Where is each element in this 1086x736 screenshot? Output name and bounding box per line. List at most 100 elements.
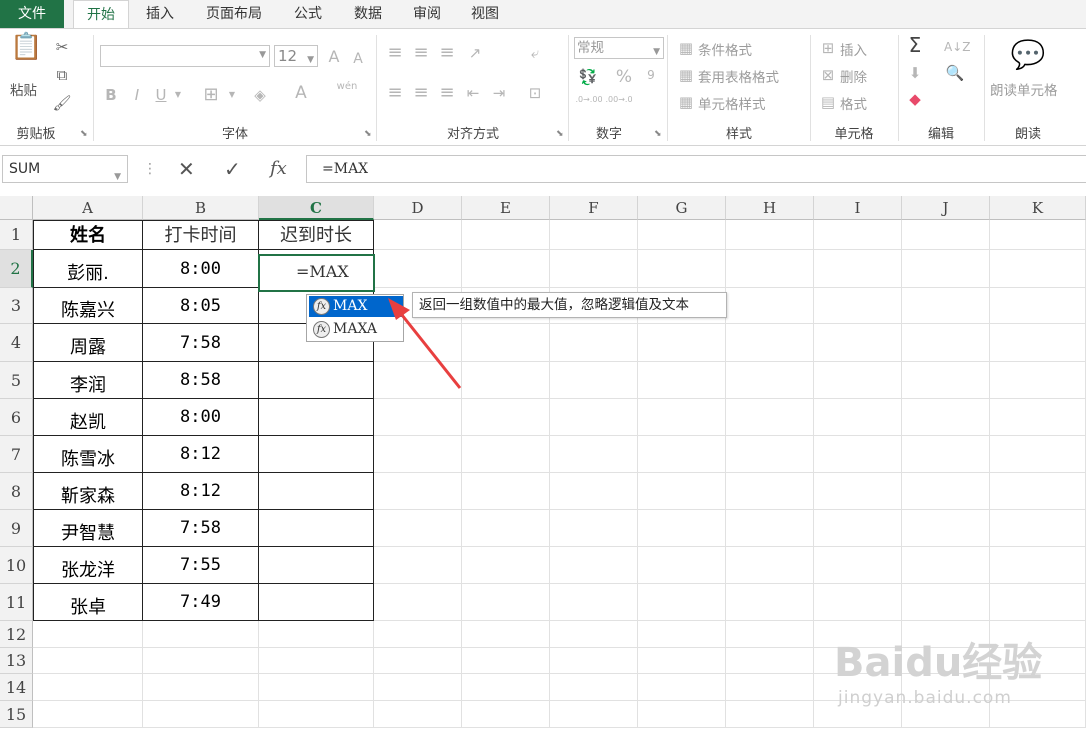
- cell-j5[interactable]: [902, 362, 990, 399]
- cell-e8[interactable]: [462, 473, 550, 510]
- font-size-box[interactable]: 12 ▼: [274, 45, 318, 67]
- cell-b12[interactable]: [143, 621, 259, 648]
- cell-k10[interactable]: [990, 547, 1086, 584]
- cell-d13[interactable]: [374, 648, 462, 674]
- paste-button[interactable]: 粘贴: [10, 79, 37, 99]
- dialog-launcher-icon[interactable]: ⬊: [80, 129, 88, 139]
- cell-f12[interactable]: [550, 621, 638, 648]
- cut-icon[interactable]: ✂: [52, 37, 72, 57]
- cell-b9[interactable]: 7:58: [143, 510, 259, 547]
- italic-button[interactable]: I: [128, 85, 146, 105]
- cell-d9[interactable]: [374, 510, 462, 547]
- cell-g2[interactable]: [638, 250, 726, 288]
- increase-decimal-button[interactable]: .0→.00: [574, 95, 604, 104]
- cell-e14[interactable]: [462, 674, 550, 701]
- border-icon[interactable]: ⊞: [200, 85, 222, 105]
- chevron-down-icon[interactable]: ▼: [172, 85, 184, 105]
- cell-g15[interactable]: [638, 701, 726, 728]
- cell-styles-icon[interactable]: ▦: [676, 92, 696, 112]
- cell-e6[interactable]: [462, 399, 550, 436]
- cell-j3[interactable]: [902, 288, 990, 324]
- cell-e5[interactable]: [462, 362, 550, 399]
- row-header-9[interactable]: 9: [0, 510, 33, 547]
- cell-i11[interactable]: [814, 584, 902, 621]
- cell-h8[interactable]: [726, 473, 814, 510]
- cell-d8[interactable]: [374, 473, 462, 510]
- cell-b2[interactable]: 8:00: [143, 250, 259, 288]
- column-header-c[interactable]: C: [259, 196, 374, 220]
- insert-cells-icon[interactable]: ⊞: [818, 38, 838, 58]
- row-header-15[interactable]: 15: [0, 701, 33, 728]
- cell-j10[interactable]: [902, 547, 990, 584]
- formula-input[interactable]: =MAX: [306, 155, 1086, 183]
- row-header-2[interactable]: 2: [0, 250, 33, 288]
- cell-h11[interactable]: [726, 584, 814, 621]
- cell-d12[interactable]: [374, 621, 462, 648]
- cell-h14[interactable]: [726, 674, 814, 701]
- cell-i3[interactable]: [814, 288, 902, 324]
- cell-b4[interactable]: 7:58: [143, 324, 259, 362]
- cell-f15[interactable]: [550, 701, 638, 728]
- cell-i10[interactable]: [814, 547, 902, 584]
- column-header-d[interactable]: D: [374, 196, 462, 220]
- cell-j4[interactable]: [902, 324, 990, 362]
- cell-g7[interactable]: [638, 436, 726, 473]
- row-header-6[interactable]: 6: [0, 399, 33, 436]
- cell-e15[interactable]: [462, 701, 550, 728]
- row-header-4[interactable]: 4: [0, 324, 33, 362]
- cell-g9[interactable]: [638, 510, 726, 547]
- cell-f8[interactable]: [550, 473, 638, 510]
- cell-b1[interactable]: 打卡时间: [143, 220, 259, 250]
- cell-f7[interactable]: [550, 436, 638, 473]
- fill-color-icon[interactable]: ◈: [250, 85, 270, 105]
- name-box[interactable]: SUM ▼: [2, 155, 128, 183]
- cell-c15[interactable]: [259, 701, 374, 728]
- align-left-icon[interactable]: ≡: [384, 83, 406, 103]
- cell-e9[interactable]: [462, 510, 550, 547]
- cell-c14[interactable]: [259, 674, 374, 701]
- cell-g1[interactable]: [638, 220, 726, 250]
- cell-e13[interactable]: [462, 648, 550, 674]
- cell-h12[interactable]: [726, 621, 814, 648]
- fill-down-icon[interactable]: ⬇: [904, 63, 926, 83]
- dialog-launcher-icon[interactable]: ⬊: [654, 129, 662, 139]
- cell-h10[interactable]: [726, 547, 814, 584]
- column-header-i[interactable]: I: [814, 196, 902, 220]
- row-header-13[interactable]: 13: [0, 648, 33, 674]
- insert-function-button[interactable]: fx: [270, 158, 287, 180]
- cell-g8[interactable]: [638, 473, 726, 510]
- cell-i4[interactable]: [814, 324, 902, 362]
- select-all-corner[interactable]: [0, 196, 33, 220]
- autosum-button[interactable]: Σ: [904, 35, 926, 55]
- cell-b14[interactable]: [143, 674, 259, 701]
- cell-b15[interactable]: [143, 701, 259, 728]
- sort-filter-icon[interactable]: A↓Z: [944, 37, 970, 57]
- wrap-text-icon[interactable]: ⤶: [524, 43, 546, 63]
- cell-k6[interactable]: [990, 399, 1086, 436]
- row-header-11[interactable]: 11: [0, 584, 33, 621]
- align-bottom-icon[interactable]: ≡: [436, 43, 458, 63]
- cell-f2[interactable]: [550, 250, 638, 288]
- cell-j7[interactable]: [902, 436, 990, 473]
- cell-a11[interactable]: 张卓: [33, 584, 143, 621]
- cell-h5[interactable]: [726, 362, 814, 399]
- cell-b7[interactable]: 8:12: [143, 436, 259, 473]
- cell-f13[interactable]: [550, 648, 638, 674]
- cell-b3[interactable]: 8:05: [143, 288, 259, 324]
- cell-d14[interactable]: [374, 674, 462, 701]
- cell-g4[interactable]: [638, 324, 726, 362]
- cell-h13[interactable]: [726, 648, 814, 674]
- cell-g11[interactable]: [638, 584, 726, 621]
- clear-eraser-icon[interactable]: ◆: [904, 89, 926, 109]
- row-header-3[interactable]: 3: [0, 288, 33, 324]
- cell-a10[interactable]: 张龙洋: [33, 547, 143, 584]
- row-header-1[interactable]: 1: [0, 220, 33, 250]
- cell-f10[interactable]: [550, 547, 638, 584]
- cell-a8[interactable]: 靳家森: [33, 473, 143, 510]
- cell-e4[interactable]: [462, 324, 550, 362]
- tab-review[interactable]: 审阅: [401, 0, 453, 28]
- cell-g12[interactable]: [638, 621, 726, 648]
- increase-indent-icon[interactable]: ⇥: [488, 83, 510, 103]
- format-cells-button[interactable]: 格式: [840, 93, 867, 113]
- cell-d1[interactable]: [374, 220, 462, 250]
